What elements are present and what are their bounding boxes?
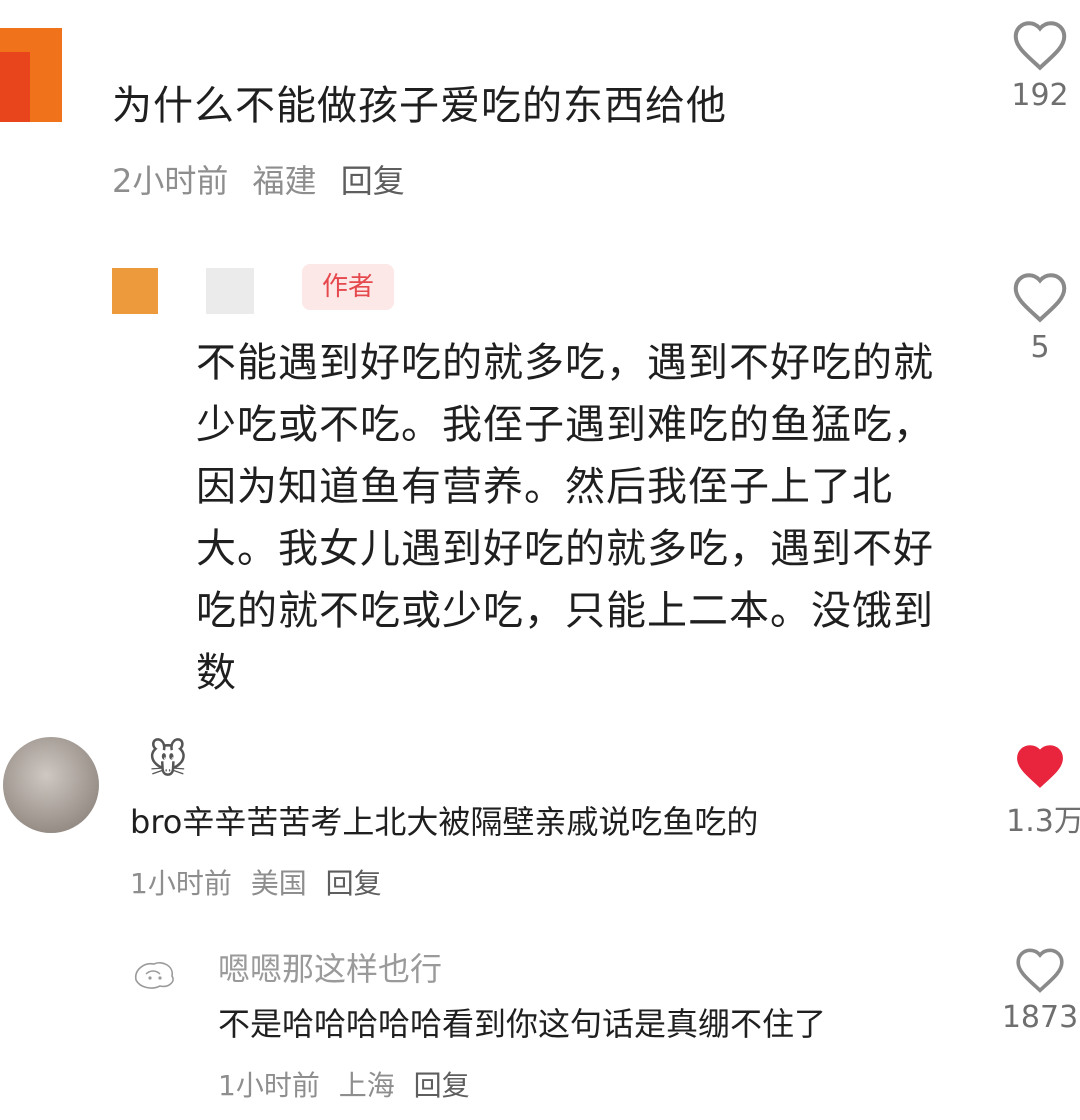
avatar-detail: [0, 52, 30, 122]
username-placeholder: [206, 268, 254, 314]
comment-location: 福建: [252, 162, 317, 200]
like-count: 192: [1011, 78, 1069, 113]
heart-icon: [1017, 745, 1063, 788]
comment-location: 美国: [250, 867, 307, 900]
mouse-icon: 🐭: [148, 738, 188, 782]
comment-time: 2小时前: [112, 162, 229, 200]
like-count: 1.3万: [1006, 804, 1080, 839]
author-badge: 作者: [302, 264, 394, 310]
avatar[interactable]: [3, 737, 99, 833]
like-button[interactable]: 192: [990, 16, 1080, 113]
like-button[interactable]: 1873: [990, 944, 1080, 1035]
comment-time: 1小时前: [130, 867, 232, 900]
avatar-icon[interactable]: [130, 952, 180, 992]
avatar[interactable]: [112, 268, 158, 314]
comment-meta: 1小时前 上海 回复: [218, 1064, 480, 1104]
reply-button[interactable]: 回复: [326, 867, 382, 900]
comment-text: 为什么不能做孩子爱吃的东西给他: [112, 83, 727, 129]
comment-meta: 2小时前 福建 回复: [112, 156, 419, 202]
comment-time: 1小时前: [218, 1069, 320, 1102]
like-count: 5: [1030, 330, 1050, 365]
heart-icon: [1016, 948, 1064, 993]
comment-location: 上海: [338, 1069, 395, 1102]
username[interactable]: 嗯嗯那这样也行: [218, 944, 442, 990]
like-button[interactable]: 1.3万: [990, 740, 1080, 840]
comment-text: 不能遇到好吃的就多吃，遇到不好吃的就少吃或不吃。我侄子遇到难吃的鱼猛吃，因为知道…: [196, 340, 934, 696]
comment-meta: 1小时前 美国 回复: [130, 862, 392, 902]
heart-icon: [1013, 21, 1067, 71]
reply-button[interactable]: 回复: [341, 162, 405, 200]
like-count: 1873: [1001, 1000, 1079, 1035]
comment-text: bro辛辛苦苦考上北大被隔壁亲戚说吃鱼吃的: [130, 803, 759, 841]
comment-text: 不是哈哈哈哈哈看到你这句话是真绷不住了: [218, 1005, 827, 1043]
like-button[interactable]: 5: [990, 268, 1080, 365]
heart-icon: [1013, 273, 1067, 323]
reply-button[interactable]: 回复: [414, 1069, 470, 1102]
